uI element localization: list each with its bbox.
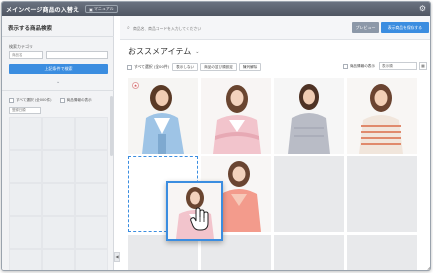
preview-button[interactable]: プレビュー — [352, 22, 379, 33]
category-label: 検索カテゴリ — [9, 44, 33, 49]
product-tile[interactable] — [347, 78, 417, 154]
result-tile[interactable] — [75, 117, 108, 150]
search-icon: ⌕ — [127, 25, 130, 31]
unlist-button[interactable]: 陳列解除 — [238, 63, 262, 71]
search-button[interactable]: 上記条件で検索 — [9, 64, 108, 74]
book-icon: ▣ — [89, 6, 93, 12]
results-options: すべて選択 (全000件) 商品情報の表示 — [9, 98, 109, 103]
section-title-text: おススメアイテム — [128, 47, 192, 56]
show-info-option[interactable]: 商品情報の表示 — [342, 63, 375, 69]
result-tile[interactable] — [9, 249, 42, 270]
category-select[interactable]: 商品名 — [9, 51, 43, 59]
result-tile[interactable] — [9, 150, 42, 183]
select-all-label: すべて選択 (全000件) — [16, 98, 52, 102]
product-tile[interactable] — [201, 78, 271, 154]
reorder-button[interactable]: 商品の並び順設定 — [200, 63, 237, 71]
empty-slot[interactable] — [347, 235, 417, 270]
result-tile[interactable] — [75, 216, 108, 249]
show-info-label: 商品情報の表示 — [66, 98, 92, 102]
result-tile[interactable] — [42, 150, 75, 183]
grid-view-icon[interactable]: ▦ — [419, 62, 427, 70]
main-panel: ⌕ プレビュー 表示商品を保存する おススメアイテム ⌄ すべて選択 (全00件… — [120, 16, 430, 270]
save-display-button[interactable]: 表示商品を保存する — [381, 22, 429, 33]
result-tile[interactable] — [42, 249, 75, 270]
featured-badge: ★ — [132, 82, 139, 89]
manual-label: マニュアル — [93, 6, 114, 11]
result-tile[interactable] — [9, 216, 42, 249]
result-tile[interactable] — [75, 150, 108, 183]
resize-grip-icon[interactable]: ◢ — [427, 265, 430, 270]
result-tile[interactable] — [9, 183, 42, 216]
toolbar-right: 商品情報の表示 表示順 ▦ — [342, 62, 427, 70]
chevron-down-icon[interactable]: ⌄ — [56, 79, 60, 85]
divider — [2, 36, 114, 37]
result-tile[interactable] — [9, 117, 42, 150]
scrollbar[interactable] — [110, 96, 113, 156]
item-toolbar: すべて選択 (全00件) 表示しない 商品の並び順設定 陳列解除 商品情報の表示… — [127, 61, 427, 73]
product-photo — [128, 78, 198, 154]
select-all-label: すべて選択 (全00件) — [134, 64, 170, 69]
empty-slot[interactable] — [274, 235, 344, 270]
empty-slot[interactable] — [347, 156, 417, 232]
app-window: メインページ商品の入替え ▣ マニュアル ⚙ 表示する商品検索 検索カテゴリ 商… — [1, 1, 431, 271]
product-photo — [347, 78, 417, 154]
select-all-checkbox[interactable] — [127, 64, 132, 70]
divider — [2, 90, 114, 91]
select-all-checkbox[interactable] — [9, 98, 14, 103]
show-info-checkbox[interactable] — [59, 98, 65, 103]
result-tile[interactable] — [75, 183, 108, 216]
empty-slot[interactable] — [274, 156, 344, 232]
title-bar: メインページ商品の入替え ▣ マニュアル ⚙ — [2, 2, 430, 16]
search-panel-heading: 表示する商品検索 — [8, 26, 53, 32]
result-tile[interactable] — [75, 249, 108, 270]
select-all-option[interactable]: すべて選択 (全00件) — [127, 64, 169, 70]
product-tile[interactable] — [274, 78, 344, 154]
product-photo — [274, 78, 344, 154]
keyword-input[interactable] — [46, 51, 108, 59]
chevron-down-icon[interactable]: ⌄ — [195, 49, 199, 55]
section-title[interactable]: おススメアイテム ⌄ — [128, 46, 199, 57]
product-search-panel: 表示する商品検索 検索カテゴリ 商品名 上記条件で検索 ⌄ すべて選択 (全00… — [2, 16, 114, 270]
hide-button[interactable]: 表示しない — [172, 63, 199, 71]
sort-select[interactable]: 登録日順 — [9, 107, 41, 114]
hand-cursor-icon — [190, 207, 209, 231]
product-tile[interactable]: ★ — [128, 78, 198, 154]
window-title: メインページ商品の入替え — [6, 6, 80, 14]
show-info-label: 商品情報の表示 — [349, 63, 375, 68]
gear-icon[interactable]: ⚙ — [419, 4, 426, 14]
show-info-checkbox[interactable] — [342, 63, 348, 69]
manual-button[interactable]: ▣ マニュアル — [85, 5, 118, 13]
top-bar: ⌕ プレビュー 表示商品を保存する — [120, 16, 430, 40]
search-results-grid — [9, 117, 108, 270]
result-tile[interactable] — [42, 117, 75, 150]
result-tile[interactable] — [42, 183, 75, 216]
order-select[interactable]: 表示順 — [379, 62, 417, 70]
product-photo — [201, 78, 271, 154]
result-tile[interactable] — [42, 216, 75, 249]
product-search-input[interactable] — [133, 24, 283, 32]
